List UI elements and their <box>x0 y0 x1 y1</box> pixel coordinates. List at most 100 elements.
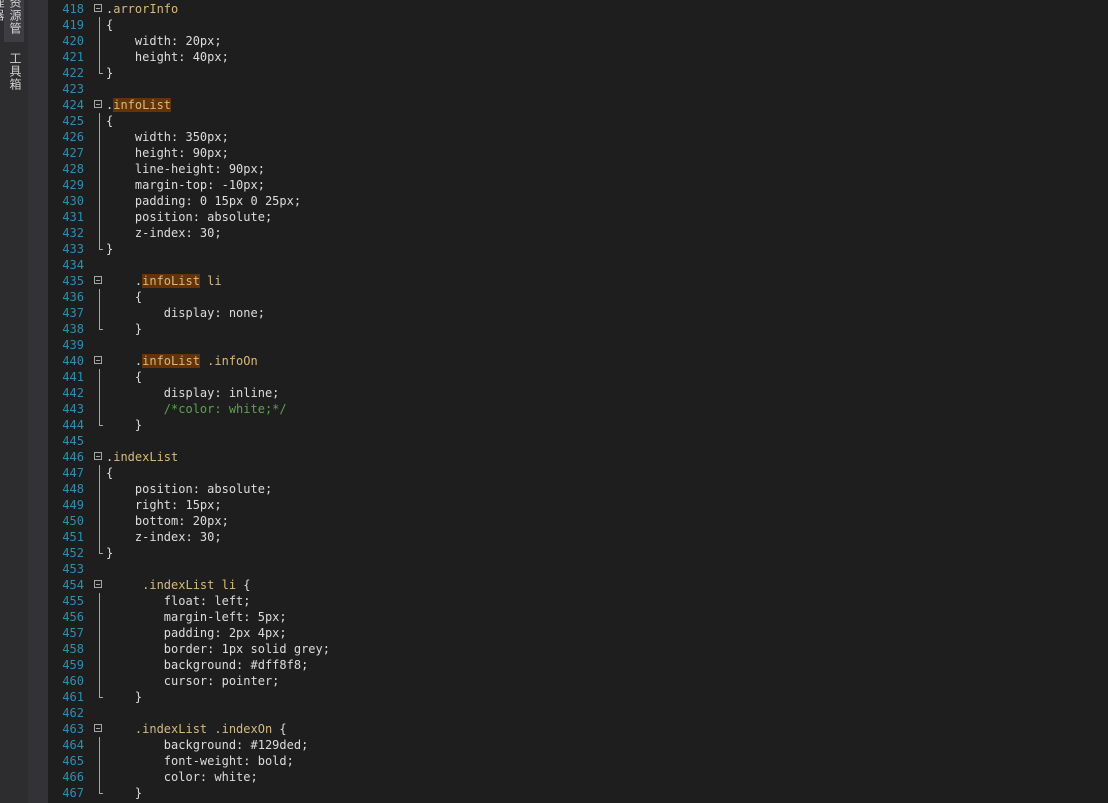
line-number: 443 <box>62 402 84 416</box>
code-line[interactable]: 464 background: #129ded; <box>48 737 1108 753</box>
code-line[interactable]: 457 padding: 2px 4px; <box>48 625 1108 641</box>
code-line[interactable]: 446 .indexList <box>48 449 1108 465</box>
line-number: 440 <box>62 354 84 368</box>
code-token: color <box>106 770 200 784</box>
code-line[interactable]: 447 { <box>48 465 1108 481</box>
code-line[interactable]: 445 <box>48 433 1108 449</box>
outline-guide <box>99 657 100 673</box>
code-line[interactable]: 425 { <box>48 113 1108 129</box>
code-line[interactable]: 454 .indexList li { <box>48 577 1108 593</box>
collapse-toggle-icon[interactable] <box>94 276 102 284</box>
code-line[interactable]: 426 width: 350px; <box>48 129 1108 145</box>
outline-guide-end <box>99 321 103 330</box>
collapse-toggle-icon[interactable] <box>94 100 102 108</box>
code-line[interactable]: 448 position: absolute; <box>48 481 1108 497</box>
line-number: 427 <box>62 146 84 160</box>
code-text: font-weight: bold; <box>106 753 294 769</box>
outline-guide <box>99 177 100 193</box>
code-line[interactable]: 422} <box>48 65 1108 81</box>
code-line[interactable]: 442 display: inline; <box>48 385 1108 401</box>
code-line[interactable]: 463 .indexList .indexOn { <box>48 721 1108 737</box>
collapse-toggle-icon[interactable] <box>94 356 102 364</box>
code-line[interactable]: 449 right: 15px; <box>48 497 1108 513</box>
code-token: cursor <box>106 674 208 688</box>
code-line[interactable]: 444 } <box>48 417 1108 433</box>
code-token: padding <box>106 194 186 208</box>
code-line[interactable]: 434 <box>48 257 1108 273</box>
code-line[interactable]: 433} <box>48 241 1108 257</box>
code-line[interactable]: 439 <box>48 337 1108 353</box>
code-line[interactable]: 424 .infoList <box>48 97 1108 113</box>
code-line[interactable]: 429 margin-top: -10px; <box>48 177 1108 193</box>
code-line[interactable]: 460 cursor: pointer; <box>48 673 1108 689</box>
collapse-toggle-icon[interactable] <box>94 724 102 732</box>
code-line[interactable]: 431 position: absolute; <box>48 209 1108 225</box>
outline-guide <box>99 49 100 65</box>
code-line[interactable]: 435 .infoList li <box>48 273 1108 289</box>
code-line[interactable]: 450 bottom: 20px; <box>48 513 1108 529</box>
code-token: right <box>106 498 172 512</box>
code-line[interactable]: 437 display: none; <box>48 305 1108 321</box>
line-number: 446 <box>62 450 84 464</box>
collapse-toggle-icon[interactable] <box>94 580 102 588</box>
code-token: } <box>106 786 143 800</box>
code-token: infoList <box>142 274 200 288</box>
side-tab-solution-explorer[interactable]: 资源管理器 <box>0 0 24 42</box>
code-text: .infoList li <box>106 273 222 289</box>
code-token: { <box>106 290 143 304</box>
code-line[interactable]: 455 float: left; <box>48 593 1108 609</box>
code-line[interactable]: 432 z-index: 30; <box>48 225 1108 241</box>
line-number: 442 <box>62 386 84 400</box>
line-number: 425 <box>62 114 84 128</box>
outline-guide <box>99 513 100 529</box>
code-token: display <box>106 386 215 400</box>
code-token: position <box>106 482 193 496</box>
code-line[interactable]: 458 border: 1px solid grey; <box>48 641 1108 657</box>
code-line[interactable]: 419 { <box>48 17 1108 33</box>
code-text: { <box>106 113 113 129</box>
code-text: right: 15px; <box>106 497 222 513</box>
code-line[interactable]: 427 height: 90px; <box>48 145 1108 161</box>
code-line[interactable]: 418 .arrorInfo <box>48 1 1108 17</box>
code-line[interactable]: 453 <box>48 561 1108 577</box>
code-line[interactable]: 441 { <box>48 369 1108 385</box>
code-line[interactable]: 452} <box>48 545 1108 561</box>
code-line[interactable]: 436 { <box>48 289 1108 305</box>
line-number: 424 <box>62 98 84 112</box>
code-line[interactable]: 440 .infoList .infoOn <box>48 353 1108 369</box>
collapse-toggle-icon[interactable] <box>94 452 102 460</box>
code-line[interactable]: 462 <box>48 705 1108 721</box>
line-number: 464 <box>62 738 84 752</box>
code-line[interactable]: 423 <box>48 81 1108 97</box>
side-tab-toolbox[interactable]: 工具箱 <box>4 52 24 98</box>
code-line[interactable]: 465 font-weight: bold; <box>48 753 1108 769</box>
code-text: border: 1px solid grey; <box>106 641 330 657</box>
code-text: } <box>106 417 142 433</box>
code-line[interactable]: 459 background: #dff8f8; <box>48 657 1108 673</box>
code-line[interactable]: 430 padding: 0 15px 0 25px; <box>48 193 1108 209</box>
line-number: 418 <box>62 2 84 16</box>
line-number: 436 <box>62 290 84 304</box>
collapse-toggle-icon[interactable] <box>94 4 102 12</box>
code-token: width <box>106 130 172 144</box>
code-line[interactable]: 451 z-index: 30; <box>48 529 1108 545</box>
code-token: : left; <box>199 594 251 608</box>
code-line[interactable]: 421 height: 40px; <box>48 49 1108 65</box>
code-token: : 350px; <box>171 130 229 144</box>
code-editor[interactable]: 418 .arrorInfo 419{420 width: 20px; 421 hei… <box>48 0 1108 803</box>
code-line[interactable]: 420 width: 20px; <box>48 33 1108 49</box>
code-text: .indexList li { <box>106 577 250 593</box>
line-number: 422 <box>62 66 84 80</box>
code-line[interactable]: 428 line-height: 90px; <box>48 161 1108 177</box>
line-number: 466 <box>62 770 84 784</box>
code-line[interactable]: 443 /*color: white;*/ <box>48 401 1108 417</box>
code-line[interactable]: 466 color: white; <box>48 769 1108 785</box>
code-line[interactable]: 438 } <box>48 321 1108 337</box>
code-line[interactable]: 461 } <box>48 689 1108 705</box>
line-number: 462 <box>62 706 84 720</box>
code-token: : absolute; <box>192 482 273 496</box>
code-token: margin-top <box>106 178 208 192</box>
code-line[interactable]: 467 } <box>48 785 1108 801</box>
line-number: 444 <box>62 418 84 432</box>
code-line[interactable]: 456 margin-left: 5px; <box>48 609 1108 625</box>
